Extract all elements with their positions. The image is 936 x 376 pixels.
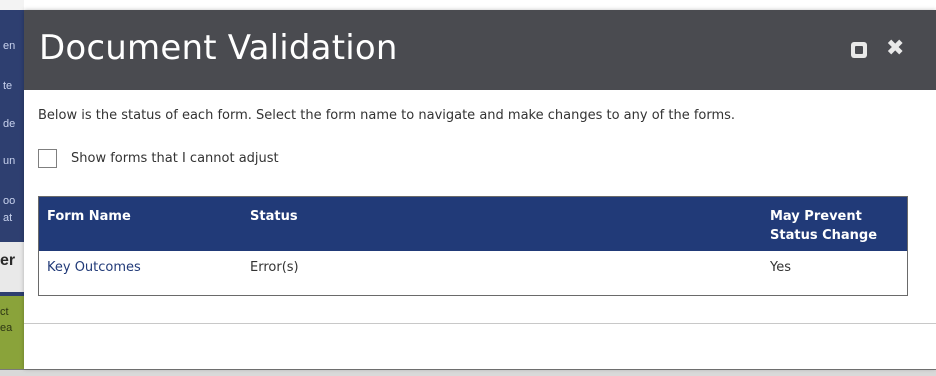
footer-divider — [24, 323, 936, 324]
document-validation-dialog: Document Validation ✖ Below is the statu… — [24, 10, 936, 369]
column-header-may-prevent: May Prevent Status Change — [770, 209, 878, 243]
background-text: un — [3, 155, 16, 167]
may-prevent-cell: Yes — [770, 260, 791, 275]
table-row: Key Outcomes Error(s) Yes — [39, 251, 907, 295]
column-header-status: Status — [250, 209, 298, 224]
show-forms-label[interactable]: Show forms that I cannot adjust — [71, 151, 279, 166]
dialog-intro-text: Below is the status of each form. Select… — [38, 108, 736, 123]
show-forms-checkbox[interactable] — [38, 148, 57, 168]
forms-status-table: Form Name Status May Prevent Status Chan… — [38, 196, 908, 296]
background-heading: er — [0, 252, 16, 269]
close-button[interactable]: ✖ — [886, 36, 905, 61]
dialog-title: Document Validation — [39, 28, 398, 68]
background-text: oo — [3, 195, 16, 207]
background-text: de — [3, 118, 16, 130]
page: en te de un oo at er ct ea Document Vali… — [0, 0, 936, 376]
form-status-cell: Error(s) — [250, 260, 299, 275]
column-header-form-name: Form Name — [47, 209, 131, 224]
maximize-icon — [851, 42, 867, 58]
form-name-link[interactable]: Key Outcomes — [47, 260, 141, 275]
show-forms-option: Show forms that I cannot adjust — [38, 147, 279, 169]
background-text: at — [3, 212, 13, 224]
dialog-header: Document Validation ✖ — [24, 10, 936, 90]
close-icon: ✖ — [886, 36, 905, 61]
table-header: Form Name Status May Prevent Status Chan… — [39, 197, 907, 251]
background-text: en — [3, 40, 16, 52]
background-text: ea — [0, 322, 13, 334]
background-bottom-bar — [0, 369, 936, 376]
background-text: ct — [0, 306, 9, 318]
background-page: en te de un oo at er ct ea — [0, 0, 24, 376]
background-text: te — [3, 80, 13, 92]
maximize-button[interactable] — [850, 41, 868, 59]
